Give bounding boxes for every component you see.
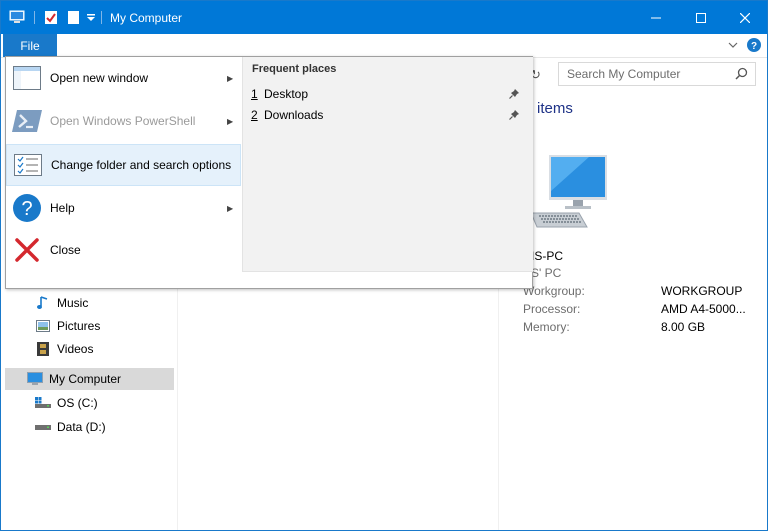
help-item[interactable]: ? Help ▶ <box>6 187 241 229</box>
pin-icon[interactable] <box>509 109 520 120</box>
content-heading: items <box>537 100 573 117</box>
search-input[interactable] <box>567 66 727 82</box>
maximize-icon <box>695 12 706 23</box>
open-powershell-label: Open Windows PowerShell <box>50 114 196 128</box>
help-label: Help <box>50 201 75 215</box>
expand-ribbon-icon[interactable] <box>728 42 738 49</box>
nav-item-pictures[interactable]: Pictures <box>35 315 100 337</box>
explorer-window: My Computer File ? ↻ items <box>0 0 768 531</box>
nav-label-os-drive: OS (C:) <box>57 396 98 410</box>
customize-toolbar-icon[interactable] <box>87 14 95 22</box>
picture-icon <box>35 318 51 334</box>
frequent-item-downloads[interactable]: 2 Downloads <box>251 105 526 125</box>
frequent-places-title: Frequent places <box>252 63 337 75</box>
open-powershell-item[interactable]: Open Windows PowerShell ▶ <box>6 100 241 142</box>
submenu-arrow-icon: ▶ <box>227 203 234 213</box>
nav-label-my-computer: My Computer <box>49 372 122 386</box>
nav-label-data-drive: Data (D:) <box>57 420 106 434</box>
nav-item-music[interactable]: Music <box>35 292 88 314</box>
help-icon: ? <box>12 193 42 223</box>
minimize-button[interactable] <box>633 1 678 34</box>
minimize-icon <box>650 17 661 18</box>
properties-icon[interactable] <box>44 10 58 25</box>
frequent-item-desktop[interactable]: 1 Desktop <box>251 84 526 104</box>
drive-icon <box>35 419 51 435</box>
drive-os-icon <box>35 395 51 411</box>
workgroup-value: WORKGROUP <box>661 284 743 298</box>
close-item[interactable]: Close <box>6 229 241 271</box>
memory-label: Memory: <box>523 320 570 334</box>
close-label: Close <box>50 243 81 257</box>
file-menu-footer <box>6 272 532 288</box>
folder-options-item[interactable]: Change folder and search options <box>6 144 241 186</box>
svg-text:?: ? <box>751 41 757 52</box>
search-box[interactable] <box>558 62 756 86</box>
maximize-button[interactable] <box>678 1 723 34</box>
music-note-icon <box>35 295 51 311</box>
frequent-item-label: Desktop <box>264 87 309 101</box>
submenu-arrow-icon: ▶ <box>227 73 234 83</box>
computer-icon <box>27 371 43 387</box>
close-window-button[interactable] <box>722 1 767 34</box>
ribbon-bar: File ? <box>1 34 767 58</box>
close-icon <box>739 12 750 23</box>
options-icon <box>13 150 43 180</box>
folder-options-label: Change folder and search options <box>51 158 232 172</box>
pane-divider[interactable] <box>177 287 178 530</box>
frequent-places-panel: Frequent places 1 Desktop 2 Downloads <box>242 57 533 272</box>
submenu-arrow-icon: ▶ <box>227 116 234 126</box>
file-menu: Open new window ▶ Open Windows PowerShel… <box>5 56 533 289</box>
computer-large-icon[interactable] <box>529 153 609 233</box>
powershell-icon <box>12 106 42 136</box>
open-new-window-label: Open new window <box>50 71 149 85</box>
pc-owner: S' PC <box>531 266 562 280</box>
computer-icon <box>9 10 25 23</box>
help-icon[interactable]: ? <box>747 38 761 52</box>
frequent-item-number: 2 <box>251 108 258 122</box>
new-folder-icon[interactable] <box>67 10 81 25</box>
close-x-icon <box>12 235 42 265</box>
film-icon <box>35 341 51 357</box>
window-title: My Computer <box>110 11 183 25</box>
nav-label-pictures: Pictures <box>57 319 101 333</box>
nav-label-music: Music <box>57 296 89 310</box>
processor-label: Processor: <box>523 302 581 316</box>
svg-text:?: ? <box>21 198 32 220</box>
nav-item-data-drive[interactable]: Data (D:) <box>35 416 106 438</box>
open-new-window-item[interactable]: Open new window ▶ <box>6 57 241 99</box>
nav-label-videos: Videos <box>57 342 94 356</box>
file-menu-commands: Open new window ▶ Open Windows PowerShel… <box>6 57 241 272</box>
frequent-item-label: Downloads <box>264 108 324 122</box>
nav-item-videos[interactable]: Videos <box>35 338 93 360</box>
window-icon <box>12 63 42 93</box>
search-icon[interactable] <box>735 67 748 80</box>
pc-name: IS-PC <box>531 249 564 263</box>
title-bar[interactable]: My Computer <box>1 1 767 34</box>
processor-value: AMD A4-5000... <box>661 302 746 316</box>
nav-item-my-computer[interactable]: My Computer <box>5 368 174 390</box>
preview-divider[interactable] <box>498 287 499 530</box>
nav-item-os-drive[interactable]: OS (C:) <box>35 392 98 414</box>
memory-value: 8.00 GB <box>661 320 706 334</box>
file-tab[interactable]: File <box>3 34 57 57</box>
pin-icon[interactable] <box>509 88 520 99</box>
frequent-item-number: 1 <box>251 87 258 101</box>
